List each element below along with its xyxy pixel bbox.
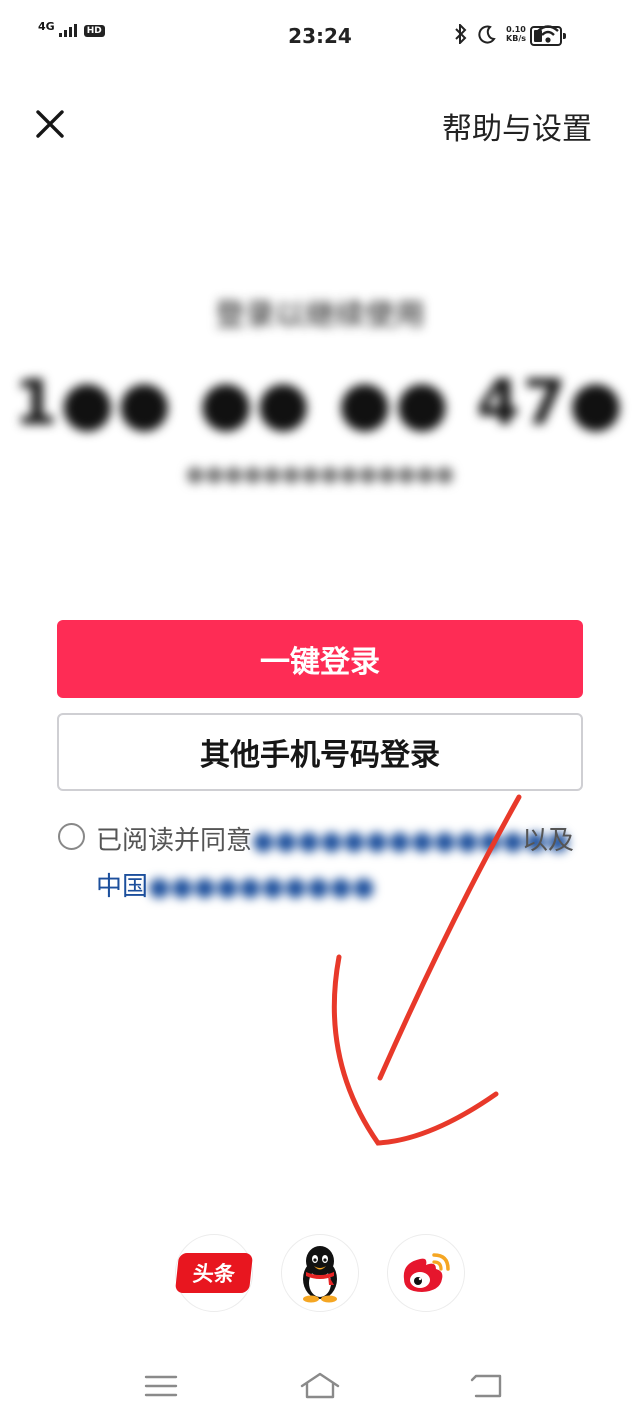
carrier-terms-link[interactable]: 中国●●●●●●●●●● [96, 866, 375, 903]
close-icon [36, 110, 64, 138]
home-icon [300, 1372, 340, 1399]
agreement-prefix: 已阅读并同意 [96, 826, 253, 856]
toutiao-login-button[interactable]: 头条 [174, 1234, 254, 1312]
back-icon [470, 1374, 502, 1398]
network-speed-value: 0.10 [506, 25, 526, 34]
bluetooth-icon [455, 24, 467, 44]
qq-penguin-icon [303, 1246, 337, 1303]
agreement-checkbox[interactable] [58, 823, 85, 850]
network-speed-unit: KB/s [506, 34, 526, 43]
battery-icon [530, 26, 566, 46]
moon-icon [478, 25, 496, 44]
help-settings-link[interactable]: 帮助与设置 [442, 104, 592, 148]
system-nav-bar [0, 1350, 640, 1422]
weibo-icon [403, 1253, 450, 1292]
toutiao-logo: 头条 [174, 1253, 254, 1293]
weibo-login-button[interactable] [387, 1234, 465, 1312]
agreement-suffix: 以及 [522, 826, 575, 856]
qq-login-button[interactable] [281, 1234, 359, 1312]
home-button[interactable] [298, 1366, 342, 1406]
carrier-terms: ●●●●●●●●●● [148, 872, 375, 902]
menu-icon [144, 1375, 178, 1397]
login-title: 登录以继续使用 [215, 298, 425, 333]
one-click-login-button[interactable]: 一键登录 [57, 620, 583, 698]
masked-phone-number: 1●● ●● ●● 47● [14, 366, 626, 439]
agreement-text: 已阅读并同意●●●●●●●●●●●●●● [96, 820, 570, 857]
menu-button[interactable] [139, 1366, 183, 1406]
close-button[interactable] [30, 104, 70, 144]
network-speed: 0.10 KB/s [506, 25, 526, 43]
annotation-arrow [331, 794, 522, 1146]
carrier-note: ●●●●●●●●●●●●●● [185, 462, 455, 487]
back-button[interactable] [466, 1366, 510, 1406]
other-phone-login-button[interactable]: 其他手机号码登录 [57, 713, 583, 791]
carrier-prefix: 中国 [96, 872, 149, 902]
status-bar: 4G HD 23:24 0.10 KB/s [0, 0, 640, 72]
battery-level [534, 30, 542, 42]
